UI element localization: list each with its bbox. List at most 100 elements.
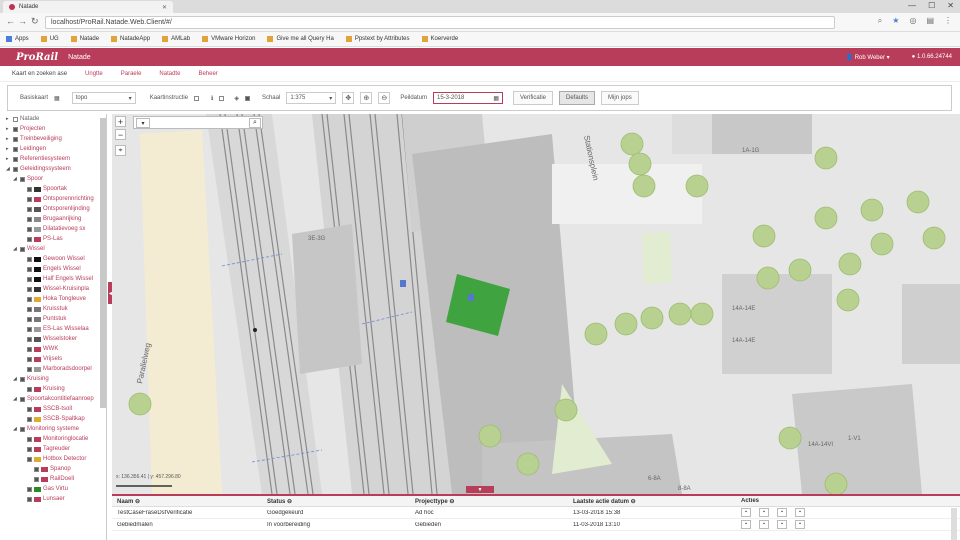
layer-checkbox[interactable] — [20, 396, 25, 402]
layer-tree-item[interactable]: PS-Las — [0, 234, 106, 244]
expand-arrow-icon[interactable]: ▸ — [6, 156, 11, 162]
info-checkbox[interactable] — [219, 95, 225, 101]
layers-checkbox[interactable] — [244, 95, 250, 101]
history-icon[interactable]: ▪ — [795, 508, 805, 517]
layer-tree-item[interactable]: ◢ Spoortakcontitiefaanroep — [0, 394, 106, 404]
kaartinstr-checkbox[interactable] — [194, 95, 200, 101]
layer-checkbox[interactable] — [13, 116, 18, 122]
layer-checkbox[interactable] — [27, 206, 32, 212]
layer-tree-item[interactable]: Spanop — [0, 464, 106, 474]
layer-tree-item[interactable]: ▸ Leidingen — [0, 144, 106, 154]
map-canvas[interactable]: Stationsplein Parallelweg 1A-1G 3E-3G 14… — [112, 114, 960, 494]
layer-tree-item[interactable]: Half Engels Wissel — [0, 274, 106, 284]
layer-tree-item[interactable]: Ontsporenlijnding — [0, 204, 106, 214]
layer-checkbox[interactable] — [34, 466, 39, 472]
layer-checkbox[interactable] — [13, 136, 18, 142]
map-extent-icon[interactable]: ⌖ — [115, 145, 126, 156]
zoom-in-icon[interactable]: ⊕ — [360, 92, 373, 104]
layer-checkbox[interactable] — [27, 456, 32, 462]
layer-checkbox[interactable] — [27, 386, 32, 392]
layer-tree-item[interactable]: ◢ Spoor — [0, 174, 106, 184]
layer-tree-item[interactable]: SSCB-tsoll — [0, 404, 106, 414]
schaal-select[interactable]: 1:375 ▾ — [286, 92, 337, 104]
layer-tree-item[interactable]: ES-Las Wisselaa — [0, 324, 106, 334]
layer-tree-item[interactable]: Wisselstoker — [0, 334, 106, 344]
layer-tree-item[interactable]: Kruisstuk — [0, 304, 106, 314]
browser-tab[interactable]: Natade ✕ — [3, 1, 173, 13]
bookmark-item[interactable]: UG — [40, 36, 59, 42]
layer-tree-item[interactable]: Engels Wissel — [0, 264, 106, 274]
layer-tree-item[interactable]: Gewoon Wissel — [0, 254, 106, 264]
info-icon[interactable]: ℹ — [211, 95, 213, 102]
history-icon[interactable]: ▪ — [795, 520, 805, 529]
layer-checkbox[interactable] — [27, 486, 32, 492]
zoom-icon[interactable]: ⌕ — [878, 16, 882, 26]
bookmark-item[interactable]: NatadeApp — [111, 36, 150, 42]
view-icon[interactable]: ▪ — [741, 520, 751, 529]
menu-item-2[interactable]: Ungtte — [85, 71, 103, 77]
expand-arrow-icon[interactable]: ▸ — [6, 136, 11, 142]
layer-tree-scrollbar[interactable] — [100, 118, 106, 408]
search-dropdown-icon[interactable]: ▾ — [136, 118, 150, 128]
bookmark-item[interactable]: Apps — [6, 36, 29, 42]
map-zoom-in-button[interactable]: + — [115, 116, 126, 127]
layer-checkbox[interactable] — [27, 276, 32, 282]
delete-icon[interactable]: ▪ — [777, 508, 787, 517]
expand-arrow-icon[interactable]: ◢ — [13, 246, 18, 252]
bookmark-item[interactable]: Give me all Query Ha — [267, 36, 334, 42]
layer-tree-item[interactable]: Lunsaer — [0, 494, 106, 504]
layer-tree-item[interactable]: Hotbox Detector — [0, 454, 106, 464]
url-input[interactable]: localhost/ProRail.Natade.Web.Client/#/ — [45, 16, 835, 29]
layer-tree-item[interactable]: ◢ Kruising — [0, 374, 106, 384]
expand-arrow-icon[interactable]: ◢ — [13, 426, 18, 432]
bookmark-item[interactable]: VMware Horizon — [202, 36, 255, 42]
layer-tree-item[interactable]: ◢ Geleidingssysteem — [0, 164, 106, 174]
expand-arrow-icon[interactable]: ◢ — [6, 166, 11, 172]
grid-scrollbar[interactable] — [951, 508, 957, 540]
bookmark-item[interactable]: AMLab — [162, 36, 190, 42]
close-window-icon[interactable]: ✕ — [947, 1, 954, 10]
bookmark-item[interactable]: Natade — [70, 36, 99, 42]
grid-toggle-button[interactable]: ▼ — [466, 486, 494, 493]
forward-icon[interactable]: → — [18, 16, 27, 26]
layer-tree-item[interactable]: ▸ Natade — [0, 114, 106, 124]
layer-checkbox[interactable] — [13, 146, 18, 152]
expand-arrow-icon[interactable]: ◢ — [13, 176, 18, 182]
defaults-button[interactable]: Defaults — [559, 91, 596, 105]
expand-arrow-icon[interactable]: ◢ — [13, 396, 18, 402]
bookmark-item[interactable]: Ppstext by Attributes — [345, 36, 410, 42]
layer-checkbox[interactable] — [34, 476, 39, 482]
layer-checkbox[interactable] — [27, 186, 32, 192]
extension2-icon[interactable]: ▤ — [926, 16, 934, 26]
layer-tree-item[interactable]: Hoka Tongleuve — [0, 294, 106, 304]
layer-tree-item[interactable]: Puntstuk — [0, 314, 106, 324]
menu-icon[interactable]: ⋮ — [944, 16, 952, 26]
layer-checkbox[interactable] — [27, 256, 32, 262]
layer-tree-item[interactable]: ◢ Wissel — [0, 244, 106, 254]
expand-arrow-icon[interactable]: ▸ — [6, 146, 11, 152]
layer-checkbox[interactable] — [27, 356, 32, 362]
layer-checkbox[interactable] — [27, 496, 32, 502]
layer-checkbox[interactable] — [27, 406, 32, 412]
layer-checkbox[interactable] — [27, 326, 32, 332]
layer-checkbox[interactable] — [20, 176, 25, 182]
close-tab-icon[interactable]: ✕ — [162, 4, 167, 11]
layer-checkbox[interactable] — [13, 166, 18, 172]
layer-tree-item[interactable]: WWK — [0, 344, 106, 354]
basiskaart-select[interactable]: topo ▾ — [71, 92, 136, 104]
layer-checkbox[interactable] — [27, 296, 32, 302]
maximize-icon[interactable]: ☐ — [928, 1, 935, 10]
star-icon[interactable]: ★ — [892, 16, 899, 26]
layer-tree-item[interactable]: SSCB-Spaltkap — [0, 414, 106, 424]
layer-checkbox[interactable] — [27, 316, 32, 322]
pan-icon[interactable]: ✥ — [342, 92, 355, 104]
layer-tree-item[interactable]: Marboradsdoorpel — [0, 364, 106, 374]
calendar-icon[interactable]: ▦ — [493, 95, 499, 102]
layer-checkbox[interactable] — [13, 126, 18, 132]
layer-tree-item[interactable]: Wissel-Kruisinpla — [0, 284, 106, 294]
layer-tree-item[interactable]: Kruising — [0, 384, 106, 394]
layer-checkbox[interactable] — [27, 416, 32, 422]
layer-tree-item[interactable]: Dilatatievoeg sx — [0, 224, 106, 234]
grid-column-header[interactable]: Naam ⊖ — [112, 498, 262, 505]
grid-column-header[interactable]: Projecttype ⊖ — [410, 498, 568, 505]
